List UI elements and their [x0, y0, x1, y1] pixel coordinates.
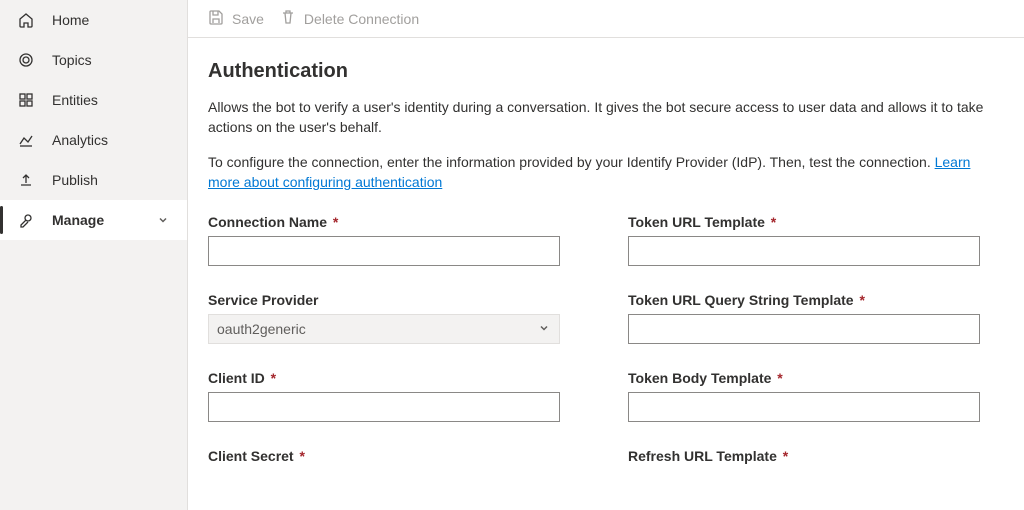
field-label: Token Body Template * — [628, 370, 980, 386]
manage-icon — [16, 210, 36, 230]
required-marker: * — [296, 448, 305, 464]
page-description-1: Allows the bot to verify a user's identi… — [208, 97, 998, 138]
field-service-provider: Service Provider — [208, 292, 560, 344]
sidebar-item-entities[interactable]: Entities — [0, 80, 187, 120]
sidebar-item-manage[interactable]: Manage — [0, 200, 187, 240]
field-label: Refresh URL Template * — [628, 448, 980, 464]
sidebar-item-home[interactable]: Home — [0, 0, 187, 40]
token-body-input[interactable] — [628, 392, 980, 422]
analytics-icon — [16, 130, 36, 150]
required-marker: * — [267, 370, 276, 386]
field-connection-name: Connection Name * — [208, 214, 560, 266]
required-marker: * — [767, 214, 776, 230]
page-title: Authentication — [208, 60, 1004, 83]
field-token-body: Token Body Template * — [628, 370, 980, 422]
field-label: Token URL Query String Template * — [628, 292, 980, 308]
field-client-id: Client ID * — [208, 370, 560, 422]
field-client-secret: Client Secret * — [208, 448, 560, 470]
field-label: Service Provider — [208, 292, 560, 308]
publish-icon — [16, 170, 36, 190]
delete-connection-button[interactable]: Delete Connection — [280, 9, 419, 28]
required-marker: * — [779, 448, 788, 464]
delete-label: Delete Connection — [304, 11, 419, 27]
field-token-url-template: Token URL Template * — [628, 214, 980, 266]
field-token-url-query: Token URL Query String Template * — [628, 292, 980, 344]
sidebar-item-label: Publish — [52, 172, 171, 188]
required-marker: * — [856, 292, 865, 308]
required-marker: * — [329, 214, 338, 230]
topics-icon — [16, 50, 36, 70]
chevron-down-icon — [157, 213, 171, 227]
token-url-template-input[interactable] — [628, 236, 980, 266]
sidebar-item-label: Home — [52, 12, 171, 28]
content: Authentication Allows the bot to verify … — [188, 38, 1024, 490]
save-icon — [208, 9, 224, 28]
sidebar: Home Topics Entities Analytics Publish — [0, 0, 188, 510]
save-label: Save — [232, 11, 264, 27]
desc2-prefix: To configure the connection, enter the i… — [208, 154, 935, 170]
page-description-2: To configure the connection, enter the i… — [208, 152, 998, 193]
toolbar: Save Delete Connection — [188, 0, 1024, 38]
delete-icon — [280, 9, 296, 28]
sidebar-item-analytics[interactable]: Analytics — [0, 120, 187, 160]
sidebar-item-label: Topics — [52, 52, 171, 68]
client-id-input[interactable] — [208, 392, 560, 422]
sidebar-item-topics[interactable]: Topics — [0, 40, 187, 80]
field-label: Client ID * — [208, 370, 560, 386]
sidebar-item-label: Entities — [52, 92, 171, 108]
main: Save Delete Connection Authentication Al… — [188, 0, 1024, 510]
field-refresh-url: Refresh URL Template * — [628, 448, 980, 470]
form-grid: Connection Name * Token URL Template * S… — [208, 214, 1004, 470]
sidebar-item-label: Analytics — [52, 132, 171, 148]
sidebar-item-label: Manage — [52, 212, 157, 228]
service-provider-select[interactable] — [208, 314, 560, 344]
field-label: Connection Name * — [208, 214, 560, 230]
home-icon — [16, 10, 36, 30]
entities-icon — [16, 90, 36, 110]
token-url-query-input[interactable] — [628, 314, 980, 344]
field-label: Client Secret * — [208, 448, 560, 464]
field-label: Token URL Template * — [628, 214, 980, 230]
sidebar-item-publish[interactable]: Publish — [0, 160, 187, 200]
connection-name-input[interactable] — [208, 236, 560, 266]
save-button[interactable]: Save — [208, 9, 264, 28]
required-marker: * — [773, 370, 782, 386]
